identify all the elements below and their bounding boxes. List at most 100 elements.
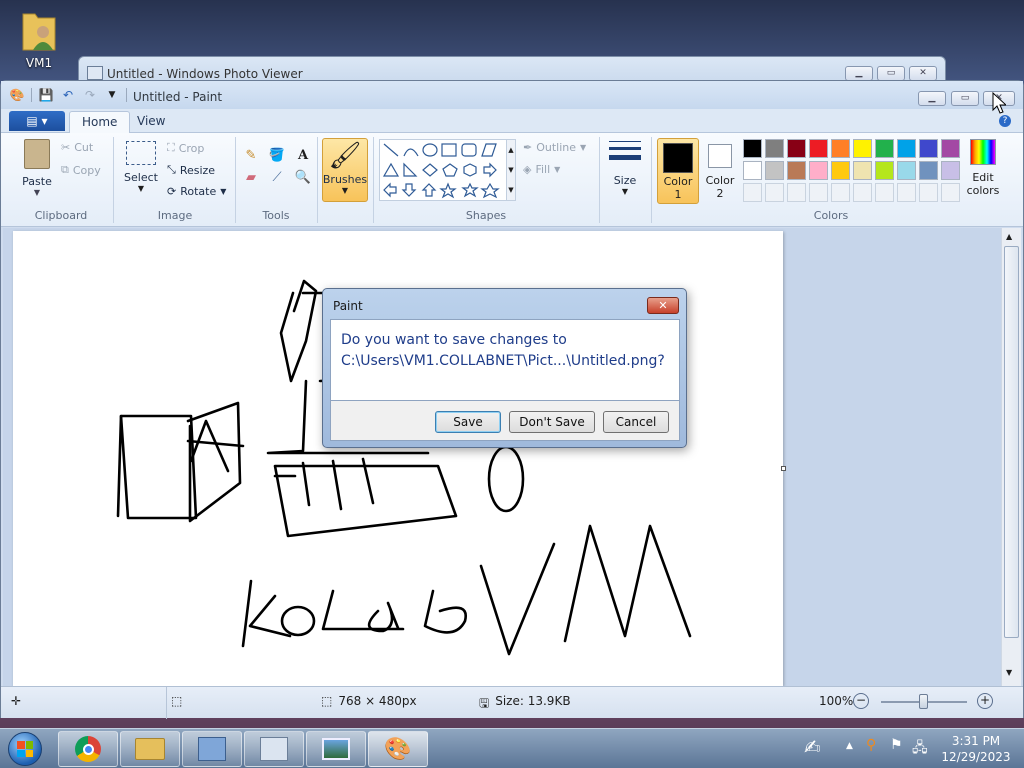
canvas-resize-handle[interactable] <box>781 466 786 471</box>
custom-color-slot[interactable] <box>941 183 960 202</box>
text-icon[interactable]: A <box>293 145 313 165</box>
user-folder-icon <box>19 6 59 54</box>
copy-button[interactable]: ⧉ Copy <box>61 163 101 177</box>
palette-swatch[interactable] <box>897 161 916 180</box>
palette-swatch[interactable] <box>809 161 828 180</box>
palette-swatch[interactable] <box>809 139 828 158</box>
crop-button[interactable]: ⛶ Crop <box>167 141 204 155</box>
file-size-text: Size: 13.9KB <box>495 694 571 708</box>
palette-swatch[interactable] <box>941 161 960 180</box>
tab-home[interactable]: Home <box>69 111 131 133</box>
custom-color-slot[interactable] <box>765 183 784 202</box>
palette-swatch[interactable] <box>853 161 872 180</box>
rotate-button[interactable]: ⟳ Rotate ▼ <box>167 185 226 198</box>
start-button[interactable] <box>4 729 46 768</box>
customize-qat-icon[interactable]: ▼ <box>104 87 120 103</box>
undo-icon[interactable]: ↶ <box>60 87 76 103</box>
zoom-out-icon[interactable]: − <box>853 693 869 709</box>
save-button[interactable]: Save <box>435 411 501 433</box>
search-tray-icon[interactable]: ⚲ <box>866 737 876 753</box>
shapes-gallery[interactable] <box>379 139 515 201</box>
resize-button[interactable]: ⤡ Resize <box>167 163 215 177</box>
palette-swatch[interactable] <box>875 139 894 158</box>
save-icon[interactable]: 💾 <box>38 87 54 103</box>
palette-swatch[interactable] <box>787 139 806 158</box>
scroll-up-icon[interactable]: ▲ <box>1006 232 1012 241</box>
palette-swatch[interactable] <box>941 139 960 158</box>
palette-swatch[interactable] <box>853 139 872 158</box>
size-button[interactable]: Size ▼ <box>605 141 645 196</box>
pv-close-button[interactable]: ✕ <box>909 66 937 81</box>
vertical-scrollbar[interactable]: ▲ ▼ <box>1001 228 1021 686</box>
maximize-button[interactable]: ▭ <box>951 91 979 106</box>
palette-swatch[interactable] <box>765 139 784 158</box>
fill-button[interactable]: ◈ Fill ▼ <box>523 163 560 176</box>
clock-time: 3:31 PM <box>951 734 1001 748</box>
taskbar-paint[interactable]: 🎨 <box>368 731 428 767</box>
dont-save-button[interactable]: Don't Save <box>509 411 595 433</box>
dialog-close-button[interactable]: ✕ <box>647 297 679 314</box>
paint-menu-button[interactable]: ▤ ▾ <box>9 111 65 131</box>
taskbar-photo-viewer[interactable] <box>306 731 366 767</box>
palette-swatch[interactable] <box>743 139 762 158</box>
zoom-in-icon[interactable]: + <box>977 693 993 709</box>
pv-minimize-button[interactable]: ▁ <box>845 66 873 81</box>
custom-color-slot[interactable] <box>897 183 916 202</box>
shapes-scroll[interactable]: ▲ ▼ ▼ <box>506 139 516 201</box>
minimize-button[interactable]: ▁ <box>918 91 946 106</box>
pen-input-icon[interactable]: ✍ <box>804 735 832 761</box>
palette-swatch[interactable] <box>787 161 806 180</box>
palette-swatch[interactable] <box>743 161 762 180</box>
edit-colors-button[interactable]: Edit colors <box>963 139 1003 197</box>
custom-color-slot[interactable] <box>853 183 872 202</box>
color1-button[interactable]: Color 1 <box>657 138 699 204</box>
custom-color-slot[interactable] <box>743 183 762 202</box>
network-icon[interactable]: 🖧 <box>912 737 928 761</box>
custom-color-slot[interactable] <box>875 183 894 202</box>
palette-swatch[interactable] <box>831 139 850 158</box>
clock[interactable]: 3:31 PM 12/29/2023 <box>936 733 1016 765</box>
palette-swatch[interactable] <box>765 161 784 180</box>
paint-titlebar[interactable]: 🎨 💾 ↶ ↷ ▼ Untitled - Paint ▁ ▭ ✕ <box>1 81 1023 109</box>
taskbar-control-panel[interactable] <box>182 731 242 767</box>
zoom-slider-thumb[interactable] <box>919 694 928 709</box>
cancel-button[interactable]: Cancel <box>603 411 669 433</box>
magnifier-icon[interactable]: 🔍 <box>293 167 313 187</box>
show-hidden-icons-icon[interactable]: ▲ <box>846 741 853 751</box>
copy-label: Copy <box>72 163 101 177</box>
pencil-icon[interactable]: ✎ <box>241 145 261 165</box>
taskbar-explorer[interactable] <box>120 731 180 767</box>
scroll-down-icon[interactable]: ▼ <box>1006 668 1012 677</box>
palette-swatch[interactable] <box>919 139 938 158</box>
palette-swatch[interactable] <box>831 161 850 180</box>
eraser-icon[interactable]: ▰ <box>241 167 261 187</box>
custom-color-slot[interactable] <box>831 183 850 202</box>
color-picker-icon[interactable]: ⟋ <box>267 167 287 187</box>
redo-icon[interactable]: ↷ <box>82 87 98 103</box>
brushes-button[interactable]: 🖌 Brushes ▼ <box>322 138 368 202</box>
palette-swatch[interactable] <box>897 139 916 158</box>
paste-button[interactable]: Paste ▼ <box>15 139 59 197</box>
color2-button[interactable]: Color 2 <box>701 138 739 204</box>
taskbar-chrome[interactable] <box>58 731 118 767</box>
cut-button[interactable]: ✂ Cut <box>61 141 93 154</box>
scroll-thumb[interactable] <box>1004 246 1019 638</box>
select-button[interactable]: Select ▼ <box>121 141 161 193</box>
desktop-icon-vm1[interactable]: VM1 <box>12 6 66 70</box>
chrome-icon <box>75 736 101 762</box>
palette-swatch[interactable] <box>875 161 894 180</box>
custom-color-slot[interactable] <box>809 183 828 202</box>
action-center-flag-icon[interactable]: ⚑ <box>890 737 903 753</box>
taskbar-media[interactable] <box>244 731 304 767</box>
pv-maximize-button[interactable]: ▭ <box>877 66 905 81</box>
custom-color-slot[interactable] <box>787 183 806 202</box>
photo-viewer-task-icon <box>322 738 350 760</box>
outline-button[interactable]: ✒ Outline ▼ <box>523 141 586 154</box>
palette-swatch[interactable] <box>919 161 938 180</box>
fill-bucket-icon[interactable]: 🪣 <box>267 145 287 165</box>
custom-color-slot[interactable] <box>919 183 938 202</box>
tab-view[interactable]: View <box>125 111 177 133</box>
tools-group-label: Tools <box>262 209 290 222</box>
brushes-label: Brushes <box>322 173 368 186</box>
mouse-cursor-icon <box>992 91 1008 117</box>
